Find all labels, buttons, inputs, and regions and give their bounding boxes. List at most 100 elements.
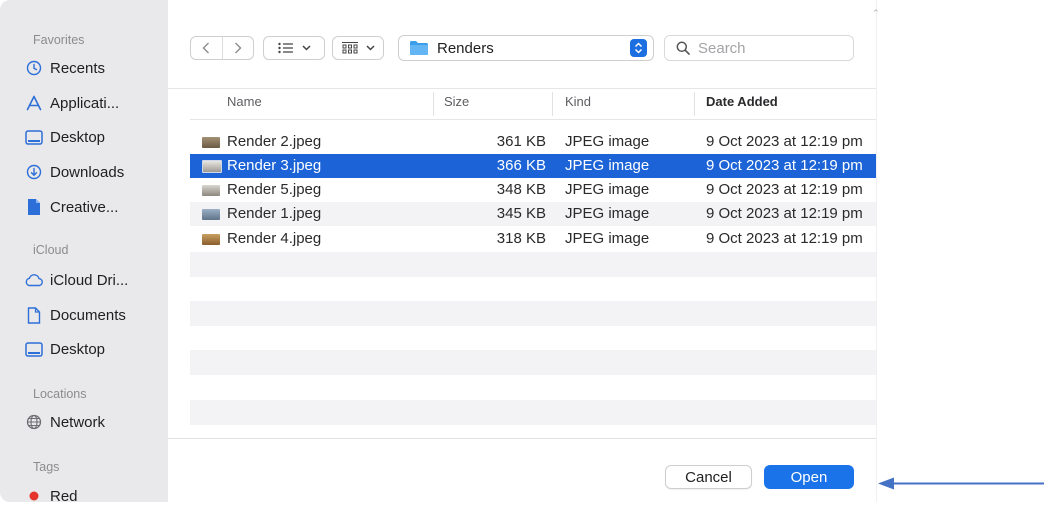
file-size: 318 KB — [496, 230, 546, 247]
popup-stepper-icon — [630, 39, 647, 57]
file-name: Render 5.jpeg — [227, 181, 322, 198]
forward-button[interactable] — [223, 37, 254, 59]
red-tag-dot — [24, 491, 44, 501]
sidebar-item-recents[interactable]: Recents — [24, 56, 105, 80]
toolbar-divider — [168, 88, 876, 89]
clock-icon — [24, 60, 44, 76]
cloud-icon — [24, 273, 44, 287]
column-header-kind[interactable]: Kind — [565, 94, 591, 109]
file-kind: JPEG image — [565, 181, 650, 198]
desktop-icon — [24, 341, 44, 357]
empty-row — [190, 301, 876, 326]
file-date: 9 Oct 2023 at 12:19 pm — [706, 205, 863, 222]
chevron-right-icon — [234, 42, 242, 54]
chevron-left-icon — [202, 42, 210, 54]
sidebar-item-network[interactable]: Network — [24, 410, 105, 434]
location-popup[interactable]: Renders — [398, 35, 654, 61]
image-thumbnail-icon — [202, 209, 220, 220]
applications-icon — [24, 95, 44, 111]
dialog-edge — [876, 0, 877, 502]
column-divider — [694, 92, 695, 116]
column-divider — [552, 92, 553, 116]
header-divider — [190, 119, 876, 120]
open-button[interactable]: Open — [764, 465, 854, 489]
sidebar-item-tag-red[interactable]: Red — [24, 484, 78, 508]
file-date: 9 Oct 2023 at 12:19 pm — [706, 133, 863, 150]
sidebar-item-label: Applicati... — [50, 94, 120, 112]
sidebar-item-label: iCloud Dri... — [50, 271, 129, 289]
sidebar-heading-tags: Tags — [33, 460, 60, 474]
column-header-size[interactable]: Size — [444, 94, 469, 109]
search-field[interactable]: Search — [664, 35, 854, 61]
group-button[interactable] — [332, 36, 384, 60]
sidebar-item-label: Recents — [50, 59, 106, 77]
file-row-selected[interactable]: Render 3.jpeg 366 KB JPEG image 9 Oct 20… — [190, 154, 876, 178]
sidebar: Favorites Recents Applicati... Desktop D… — [0, 0, 168, 505]
file-row[interactable]: Render 4.jpeg 318 KB JPEG image 9 Oct 20… — [190, 227, 876, 251]
download-icon — [24, 164, 44, 180]
chevron-down-icon — [366, 45, 375, 51]
sidebar-heading-locations: Locations — [33, 387, 87, 401]
file-row[interactable]: Render 2.jpeg 361 KB JPEG image 9 Oct 20… — [190, 130, 876, 154]
chevron-down-icon — [301, 45, 311, 51]
globe-icon — [24, 414, 44, 430]
file-name: Render 2.jpeg — [227, 133, 322, 150]
file-kind: JPEG image — [565, 205, 650, 222]
sidebar-heading-icloud: iCloud — [33, 243, 69, 257]
file-name: Render 1.jpeg — [227, 205, 322, 222]
image-thumbnail-icon — [202, 160, 222, 173]
cancel-button[interactable]: Cancel — [665, 465, 752, 489]
footer-divider — [168, 438, 876, 439]
sidebar-item-label: Network — [50, 413, 106, 431]
file-size: 366 KB — [496, 157, 546, 174]
sidebar-item-label: Downloads — [50, 163, 125, 181]
column-divider — [433, 92, 434, 116]
file-size: 345 KB — [496, 205, 546, 222]
file-date: 9 Oct 2023 at 12:19 pm — [706, 157, 863, 174]
view-mode-button[interactable] — [263, 36, 325, 60]
sidebar-item-label: Desktop — [50, 340, 106, 358]
sidebar-item-creative[interactable]: Creative... — [24, 195, 118, 219]
list-view-icon — [277, 42, 293, 54]
sidebar-item-documents[interactable]: Documents — [24, 303, 126, 327]
image-thumbnail-icon — [202, 185, 220, 196]
sidebar-item-label: Documents — [50, 306, 126, 324]
annotation-arrow-icon — [878, 477, 1044, 490]
sidebar-item-applications[interactable]: Applicati... — [24, 91, 119, 115]
file-kind: JPEG image — [565, 157, 650, 174]
file-kind: JPEG image — [565, 230, 650, 247]
resize-mark-icon: ⌃ — [872, 8, 880, 18]
document-outline-icon — [24, 306, 44, 324]
search-icon — [676, 41, 690, 55]
empty-row — [190, 400, 876, 425]
document-icon — [24, 198, 44, 216]
file-row[interactable]: Render 1.jpeg 345 KB JPEG image 9 Oct 20… — [190, 202, 876, 226]
file-browser — [168, 0, 876, 502]
back-button[interactable] — [191, 37, 223, 59]
sidebar-item-desktop[interactable]: Desktop — [24, 125, 105, 149]
sidebar-item-downloads[interactable]: Downloads — [24, 160, 124, 184]
file-kind: JPEG image — [565, 133, 650, 150]
file-name: Render 4.jpeg — [227, 230, 322, 247]
grid-group-icon — [342, 42, 358, 54]
sidebar-item-icloud-desktop[interactable]: Desktop — [24, 337, 105, 361]
search-placeholder: Search — [698, 39, 746, 57]
empty-row — [190, 350, 876, 375]
image-thumbnail-icon — [202, 234, 220, 245]
location-label: Renders — [437, 39, 494, 57]
file-name: Render 3.jpeg — [227, 157, 322, 174]
empty-row — [190, 252, 876, 277]
file-date: 9 Oct 2023 at 12:19 pm — [706, 230, 863, 247]
back-forward-group — [190, 36, 254, 60]
desktop-icon — [24, 129, 44, 145]
file-size: 348 KB — [496, 181, 546, 198]
column-header-date-added[interactable]: Date Added — [706, 94, 778, 109]
sidebar-heading-favorites: Favorites — [33, 33, 85, 47]
sidebar-item-icloud-drive[interactable]: iCloud Dri... — [24, 268, 128, 292]
sidebar-item-label: Desktop — [50, 128, 106, 146]
file-size: 361 KB — [496, 133, 546, 150]
file-date: 9 Oct 2023 at 12:19 pm — [706, 181, 863, 198]
column-header-name[interactable]: Name — [227, 94, 262, 109]
file-row[interactable]: Render 5.jpeg 348 KB JPEG image 9 Oct 20… — [190, 178, 876, 202]
folder-icon — [410, 41, 428, 55]
